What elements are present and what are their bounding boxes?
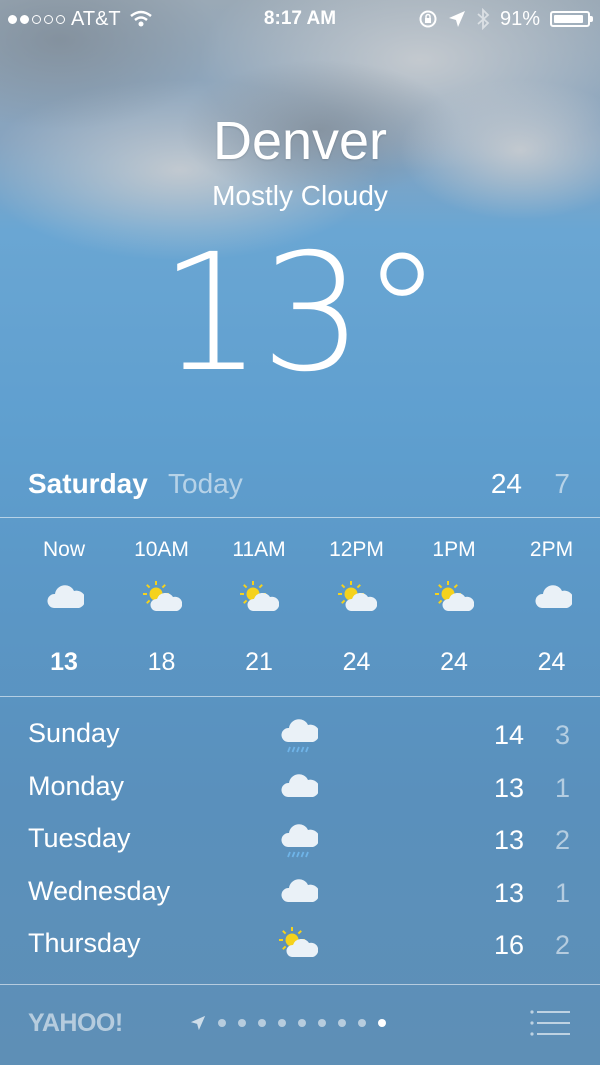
daily-day: Monday: [28, 770, 125, 801]
cloud-icon: [281, 773, 320, 797]
partly-sunny-icon: [240, 581, 280, 611]
daily-row: Monday 13 1: [0, 761, 600, 814]
list-icon[interactable]: [530, 1009, 570, 1037]
cloud-icon: [47, 585, 86, 608]
rotation-lock-icon: [419, 10, 437, 28]
daily-high: 14: [493, 720, 524, 750]
daily-day: Tuesday: [28, 823, 131, 853]
page-dot[interactable]: [298, 1019, 306, 1027]
daily-icon: [278, 924, 319, 964]
page-dot[interactable]: [258, 1019, 266, 1027]
hour-temp: 24: [537, 648, 566, 676]
location-arrow-icon: [190, 1015, 206, 1031]
location-arrow-icon: [448, 11, 465, 27]
daily-icon: [278, 714, 320, 754]
battery-percent: 91%: [499, 8, 540, 30]
partly-sunny-icon: [435, 581, 475, 611]
today-low: 7: [554, 468, 570, 499]
divider: [0, 696, 600, 697]
hour-temp: 18: [147, 648, 176, 676]
daily-row: Sunday 14 3: [0, 708, 600, 761]
daily-forecast[interactable]: Sunday 14 3 Monday 13 1 Tuesday 13 2 Wednesday 13 1…: [0, 708, 600, 971]
hour-temp: 21: [245, 648, 273, 676]
daily-day: Sunday: [28, 718, 120, 748]
page-dot[interactable]: [278, 1019, 286, 1027]
daily-low: 3: [554, 720, 570, 750]
hour-icon: [44, 578, 86, 618]
hour-temp: 13: [50, 648, 78, 676]
rain-cloud-icon: [281, 824, 320, 858]
daily-low: 2: [554, 930, 570, 960]
daily-icon: [278, 819, 320, 859]
rain-cloud-icon: [281, 719, 320, 753]
today-high: 24: [490, 468, 522, 499]
page-dot[interactable]: [358, 1019, 366, 1027]
hour-icon: [239, 578, 280, 618]
battery-icon: [550, 11, 593, 27]
daily-icon: [278, 872, 320, 912]
yahoo-logo[interactable]: YAHOO!: [28, 1009, 123, 1038]
daily-row: Wednesday 13 1: [0, 866, 600, 919]
hour-temp: 24: [440, 648, 468, 676]
hourly-forecast[interactable]: Now 13 10AM 18 11AM 21 12PM 24 1PM 24 2PM 24: [0, 518, 600, 696]
page-dot[interactable]: [238, 1019, 246, 1027]
daily-high: 13: [493, 877, 524, 908]
hour-time: 2PM: [529, 538, 574, 561]
hour-time: 11AM: [232, 538, 286, 561]
page-dot[interactable]: [318, 1019, 326, 1027]
hour-icon: [532, 578, 573, 618]
daily-high: 16: [493, 930, 524, 960]
partly-sunny-icon: [337, 581, 377, 611]
hour-icon: [142, 578, 182, 618]
hour-time: 12PM: [329, 538, 384, 561]
current-temperature: 13°: [159, 220, 442, 408]
daily-row: Thursday 16 2: [0, 918, 600, 971]
hour-icon: [337, 578, 377, 618]
hour-icon: [434, 578, 475, 618]
daily-low: 1: [554, 772, 570, 803]
today-summary: Saturday Today 24 7: [0, 460, 600, 515]
daily-row: Tuesday 13 2: [0, 813, 600, 866]
daily-icon: [278, 767, 320, 807]
cloud-icon: [534, 585, 573, 608]
daily-low: 2: [554, 825, 570, 855]
partly-sunny-icon: [142, 581, 182, 611]
status-right: 91%: [418, 0, 593, 38]
cloud-icon: [281, 878, 320, 902]
weather-condition: Mostly Cloudy: [212, 180, 388, 211]
hour-time: Now: [42, 538, 85, 561]
today-label: Today: [168, 468, 243, 499]
bluetooth-icon: [477, 8, 490, 30]
status-bar: AT&T 8:17 AM 91%: [0, 0, 600, 38]
daily-high: 13: [493, 825, 524, 855]
page-dot[interactable]: [378, 1019, 386, 1027]
today-day: Saturday: [28, 468, 148, 499]
hour-time: 10AM: [134, 538, 189, 561]
hour-temp: 24: [342, 648, 371, 676]
bottom-bar: YAHOO!: [0, 985, 600, 1065]
page-dot[interactable]: [218, 1019, 226, 1027]
daily-low: 1: [554, 877, 570, 908]
hour-time: 1PM: [432, 538, 476, 561]
daily-high: 13: [493, 772, 524, 803]
daily-day: Wednesday: [28, 875, 171, 906]
page-indicator[interactable]: [190, 1015, 386, 1031]
daily-day: Thursday: [28, 928, 141, 958]
page-dot[interactable]: [338, 1019, 346, 1027]
partly-sunny-icon: [279, 927, 319, 957]
city-name: Denver: [212, 111, 388, 171]
